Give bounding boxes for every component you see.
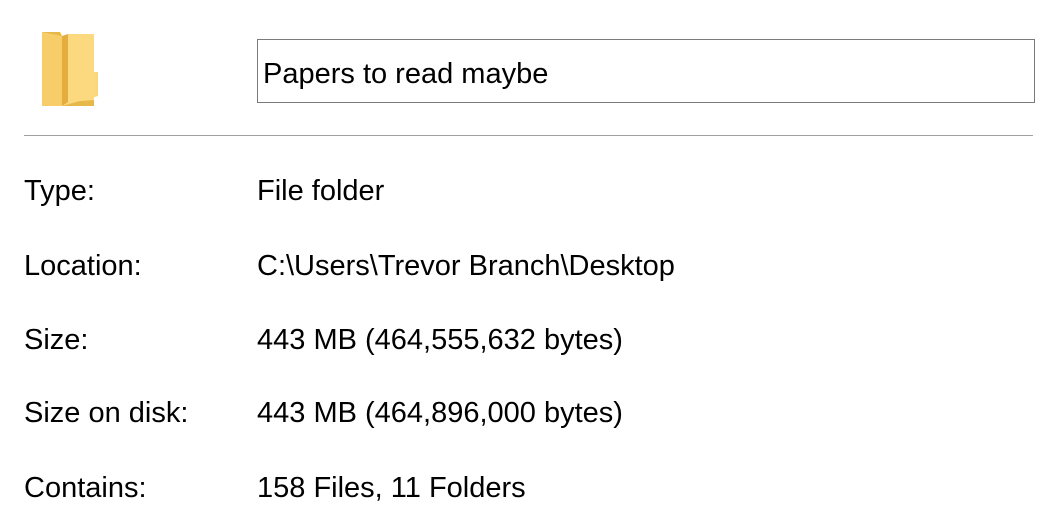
divider bbox=[24, 135, 1033, 136]
properties-header bbox=[0, 0, 1054, 136]
contains-row: Contains: 158 Files, 11 Folders bbox=[0, 468, 1054, 508]
size-value: 443 MB (464,555,632 bytes) bbox=[257, 324, 623, 356]
size-label: Size: bbox=[24, 324, 89, 356]
contains-label: Contains: bbox=[24, 472, 147, 504]
location-row: Location: C:\Users\Trevor Branch\Desktop bbox=[0, 246, 1054, 286]
type-row: Type: File folder bbox=[0, 171, 1054, 211]
size-on-disk-label: Size on disk: bbox=[24, 397, 189, 429]
location-label: Location: bbox=[24, 250, 142, 282]
folder-name-input[interactable] bbox=[257, 39, 1035, 103]
contains-value: 158 Files, 11 Folders bbox=[257, 472, 526, 504]
type-value: File folder bbox=[257, 175, 385, 207]
location-value: C:\Users\Trevor Branch\Desktop bbox=[257, 250, 675, 282]
folder-icon bbox=[38, 28, 102, 110]
size-row: Size: 443 MB (464,555,632 bytes) bbox=[0, 320, 1054, 360]
type-label: Type: bbox=[24, 175, 95, 207]
size-on-disk-value: 443 MB (464,896,000 bytes) bbox=[257, 397, 623, 429]
size-on-disk-row: Size on disk: 443 MB (464,896,000 bytes) bbox=[0, 393, 1054, 433]
